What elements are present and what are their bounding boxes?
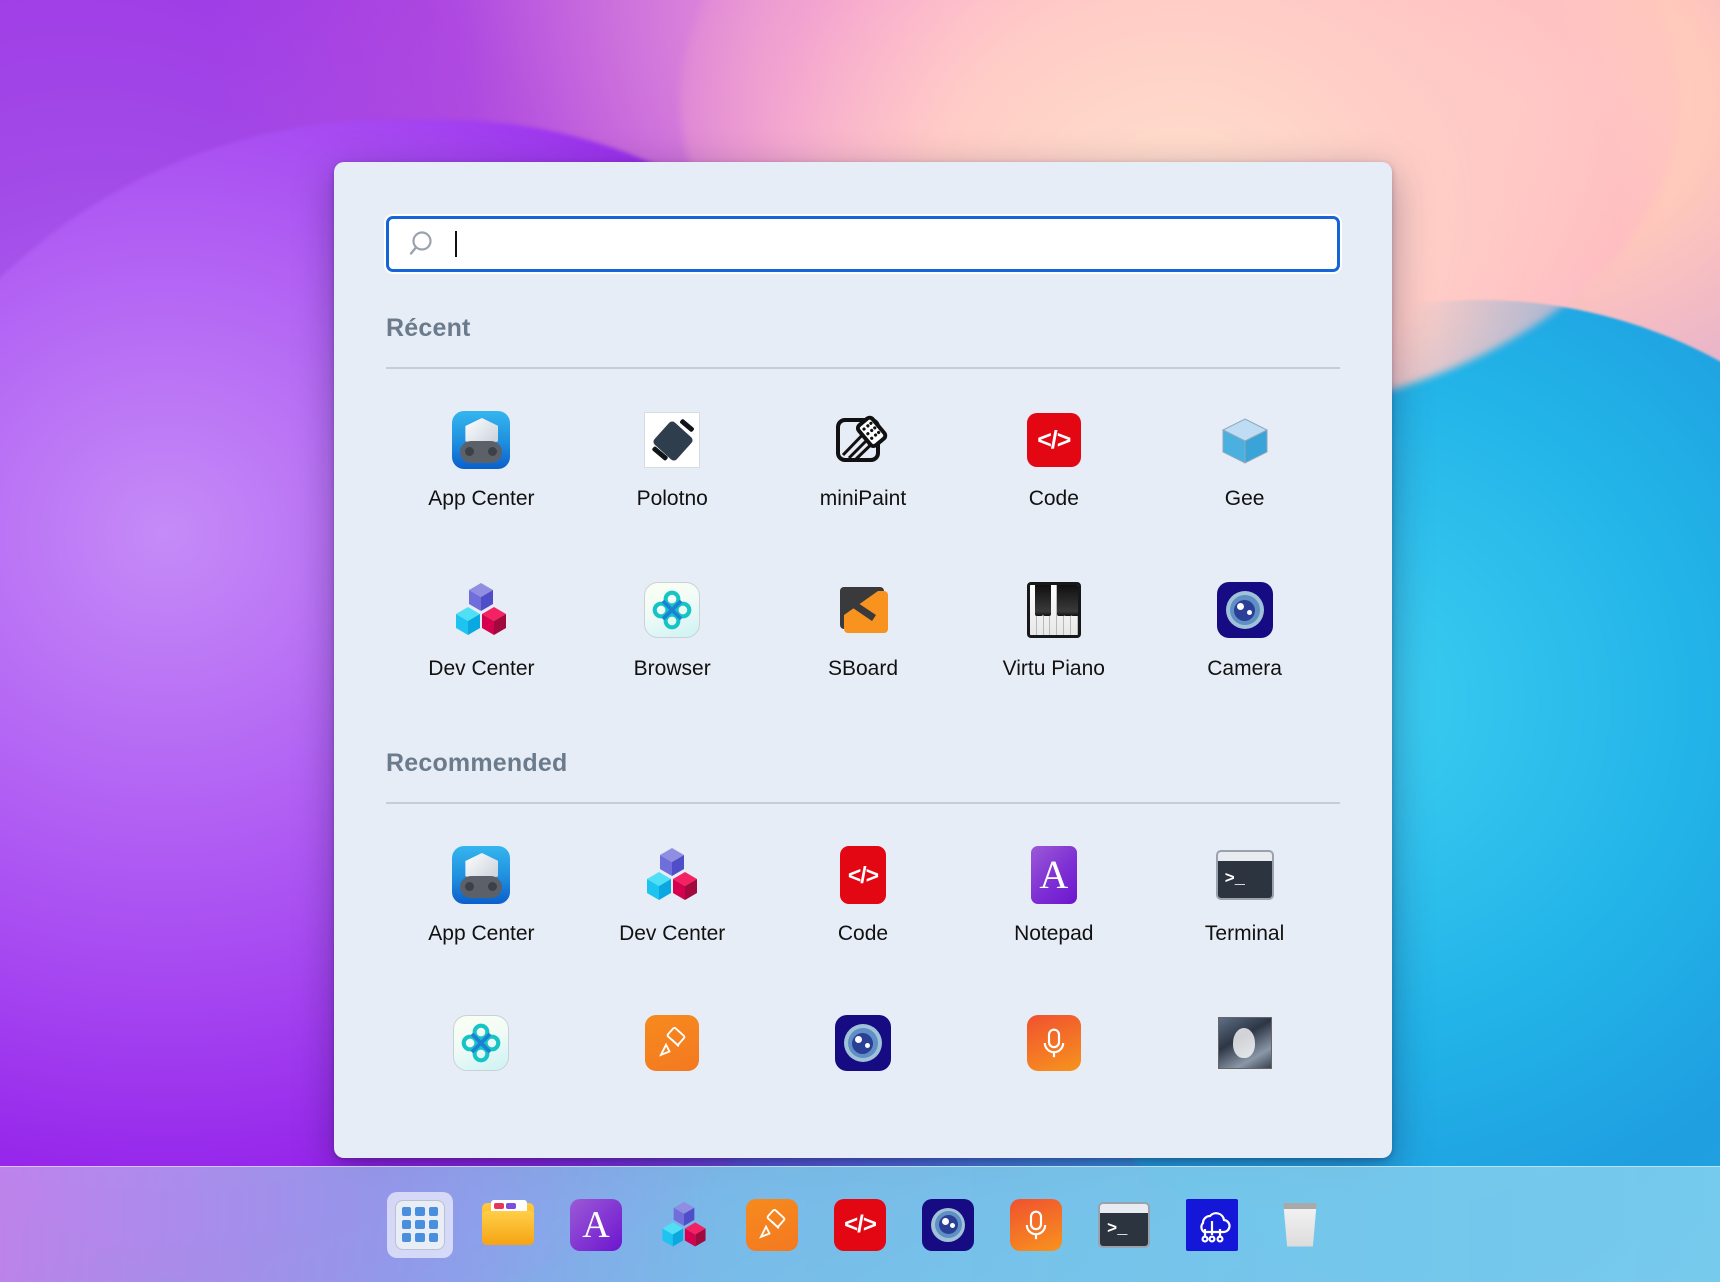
trash-icon	[1283, 1202, 1317, 1247]
dock-item-notepad[interactable]: A	[563, 1192, 629, 1258]
app-tile-sboard[interactable]: SBoard	[768, 557, 959, 691]
dock-item-paint[interactable]	[739, 1192, 805, 1258]
app-center-icon	[450, 844, 512, 906]
microphone-icon	[1010, 1198, 1062, 1251]
app-center-icon	[450, 409, 512, 471]
app-label: Terminal	[1204, 922, 1285, 945]
app-tile-notepad[interactable]: A Notepad	[958, 822, 1149, 956]
dock-item-code[interactable]: </>	[827, 1192, 893, 1258]
app-tile-recorder[interactable]	[958, 990, 1149, 1084]
sboard-icon	[832, 579, 894, 641]
microphone-icon	[1023, 1012, 1085, 1074]
app-label: Camera	[1207, 657, 1282, 680]
app-tile-camera[interactable]	[768, 990, 959, 1084]
app-label: Notepad	[1014, 922, 1094, 945]
paint-brush-icon	[746, 1198, 798, 1251]
app-tile-minipaint[interactable]: miniPaint	[768, 387, 959, 521]
app-tile-paint[interactable]	[577, 990, 768, 1084]
app-tile-browser[interactable]	[386, 990, 577, 1084]
dev-center-icon	[450, 579, 512, 641]
dev-center-icon	[641, 844, 703, 906]
notepad-icon: A	[1023, 844, 1085, 906]
minipaint-icon	[832, 409, 894, 471]
app-label: Dev Center	[619, 922, 726, 945]
app-tile-gee[interactable]: Gee	[1149, 387, 1340, 521]
app-tile-app-center[interactable]: App Center	[386, 387, 577, 521]
browser-icon	[641, 579, 703, 641]
section-divider-recommended	[386, 802, 1340, 804]
virtu-piano-icon	[1023, 579, 1085, 641]
camera-icon	[1214, 579, 1276, 641]
search-bar[interactable]	[386, 216, 1340, 272]
app-label: Gee	[1224, 487, 1265, 510]
camera-icon	[832, 1012, 894, 1074]
gee-cube-icon	[1214, 409, 1276, 471]
app-tile-dev-center[interactable]: Dev Center	[386, 557, 577, 691]
browser-icon	[450, 1012, 512, 1074]
desktop: Récent App Center Polotno miniPaint </> …	[0, 0, 1720, 1282]
app-tile-virtu-piano[interactable]: Virtu Piano	[958, 557, 1149, 691]
app-label: App Center	[428, 487, 535, 510]
app-tile-polotno[interactable]: Polotno	[577, 387, 768, 521]
dev-center-icon	[662, 1201, 706, 1247]
app-label: App Center	[428, 922, 535, 945]
dock-item-terminal[interactable]: >_	[1091, 1192, 1157, 1258]
terminal-icon: >_	[1214, 844, 1276, 906]
recent-app-grid: App Center Polotno miniPaint </> Code Ge…	[386, 387, 1340, 691]
app-tile-photo[interactable]	[1149, 990, 1340, 1084]
grid-row-gap	[386, 956, 1340, 990]
code-icon: </>	[1023, 409, 1085, 471]
app-tile-code[interactable]: </> Code	[958, 387, 1149, 521]
section-title-recent: Récent	[386, 314, 471, 342]
app-label: Code	[1028, 487, 1079, 510]
camera-icon	[922, 1198, 974, 1251]
search-icon	[409, 229, 439, 259]
dock-item-app-grid[interactable]	[387, 1191, 453, 1258]
code-icon: </>	[832, 844, 894, 906]
app-tile-camera[interactable]: Camera	[1149, 557, 1340, 691]
app-label: SBoard	[827, 657, 899, 680]
dock-item-files[interactable]	[475, 1192, 541, 1258]
notepad-icon: A	[570, 1198, 622, 1251]
app-tile-terminal[interactable]: >_ Terminal	[1149, 822, 1340, 956]
section-title-recommended: Recommended	[386, 749, 568, 777]
app-label: Browser	[633, 657, 711, 680]
dock-item-recorder[interactable]	[1003, 1192, 1069, 1258]
grid-row-gap	[386, 521, 1340, 557]
text-caret	[455, 231, 457, 257]
app-grid-icon	[395, 1199, 445, 1250]
dock: A </> >_	[0, 1166, 1720, 1282]
terminal-icon: >_	[1098, 1201, 1150, 1248]
folder-icon	[482, 1199, 534, 1247]
app-label: miniPaint	[819, 487, 907, 510]
recommended-app-grid: App Center Dev Center </> Code A Notepad…	[386, 822, 1340, 1084]
app-tile-dev-center[interactable]: Dev Center	[577, 822, 768, 956]
app-label: Code	[837, 922, 889, 945]
section-divider-recent	[386, 367, 1340, 369]
app-label: Dev Center	[428, 657, 535, 680]
dock-item-camera[interactable]	[915, 1192, 981, 1258]
app-label: Polotno	[636, 487, 708, 510]
dock-item-dev-center[interactable]	[651, 1192, 717, 1258]
dock-item-trash[interactable]	[1267, 1192, 1333, 1258]
cloud-network-icon	[1186, 1198, 1238, 1251]
app-tile-app-center[interactable]: App Center	[386, 822, 577, 956]
photo-icon	[1214, 1012, 1276, 1074]
app-label: Virtu Piano	[1002, 657, 1105, 680]
app-tile-code[interactable]: </> Code	[768, 822, 959, 956]
app-tile-browser[interactable]: Browser	[577, 557, 768, 691]
code-icon: </>	[834, 1198, 886, 1251]
polotno-icon	[641, 409, 703, 471]
paint-brush-icon	[641, 1012, 703, 1074]
search-input[interactable]	[459, 233, 1337, 255]
dock-item-network[interactable]	[1179, 1192, 1245, 1258]
app-launcher-panel: Récent App Center Polotno miniPaint </> …	[334, 162, 1392, 1158]
